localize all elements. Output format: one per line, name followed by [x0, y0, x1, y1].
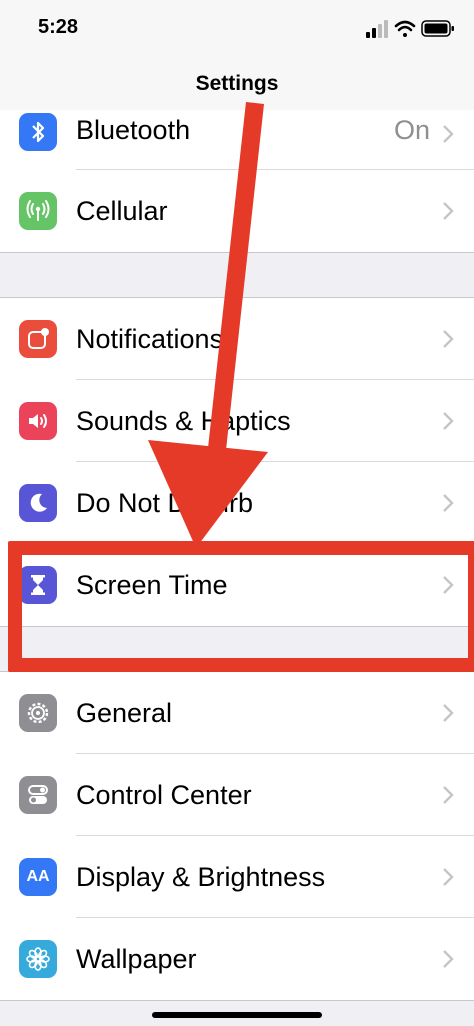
chevron-right-icon	[443, 412, 454, 430]
antenna-icon	[19, 192, 57, 230]
status-time: 5:28	[38, 16, 79, 38]
moon-icon	[19, 484, 57, 522]
signal-icon	[366, 20, 388, 38]
notifications-icon	[19, 320, 57, 358]
group-system: General Control Center AA Display & Brig…	[0, 671, 474, 1001]
row-label: Control Center	[76, 779, 252, 810]
row-label: Screen Time	[76, 569, 228, 600]
row-sounds-haptics[interactable]: Sounds & Haptics	[0, 380, 474, 462]
page-title: Settings	[195, 72, 279, 95]
speaker-icon	[19, 402, 57, 440]
hourglass-icon	[19, 566, 57, 604]
chevron-right-icon	[443, 125, 454, 143]
chevron-right-icon	[443, 576, 454, 594]
row-cellular[interactable]: Cellular	[0, 170, 474, 252]
row-label: Notifications	[76, 323, 224, 354]
home-indicator	[152, 1012, 322, 1018]
chevron-right-icon	[443, 330, 454, 348]
row-screen-time[interactable]: Screen Time	[0, 544, 474, 626]
status-icons	[366, 20, 454, 38]
row-notifications[interactable]: Notifications	[0, 298, 474, 380]
row-control-center[interactable]: Control Center	[0, 754, 474, 836]
chevron-right-icon	[443, 950, 454, 968]
toggles-icon	[19, 776, 57, 814]
row-wallpaper[interactable]: Wallpaper	[0, 918, 474, 1000]
battery-icon	[421, 20, 454, 37]
chevron-right-icon	[443, 868, 454, 886]
row-bluetooth[interactable]: Bluetooth On	[0, 110, 474, 170]
group-alerts: Notifications Sounds & Haptics Do Not Di…	[0, 297, 474, 627]
row-do-not-disturb[interactable]: Do Not Disturb	[0, 462, 474, 544]
chevron-right-icon	[443, 704, 454, 722]
settings-list[interactable]: Bluetooth On Cellular Notifications Soun…	[0, 110, 474, 1001]
chevron-right-icon	[443, 786, 454, 804]
chevron-right-icon	[443, 494, 454, 512]
row-label: Bluetooth	[76, 115, 191, 145]
nav-bar: Settings	[0, 60, 474, 111]
section-gap	[0, 253, 474, 297]
chevron-right-icon	[443, 202, 454, 220]
status-bar: 5:28	[0, 0, 474, 60]
row-label: Display & Brightness	[76, 861, 326, 892]
row-value: On	[393, 115, 430, 145]
row-display-brightness[interactable]: AA Display & Brightness	[0, 836, 474, 918]
row-label: Do Not Disturb	[76, 487, 254, 518]
row-label: Wallpaper	[76, 943, 197, 974]
flower-icon	[19, 940, 57, 978]
bluetooth-icon	[19, 113, 57, 151]
wifi-icon	[394, 20, 416, 37]
group-connectivity: Bluetooth On Cellular	[0, 110, 474, 253]
row-label: General	[76, 697, 173, 728]
row-general[interactable]: General	[0, 672, 474, 754]
gear-icon	[19, 694, 57, 732]
section-gap	[0, 627, 474, 671]
text-size-icon: AA	[19, 858, 57, 896]
row-label: Sounds & Haptics	[76, 405, 291, 436]
row-label: Cellular	[76, 195, 168, 226]
text-size-glyph: AA	[26, 868, 50, 885]
